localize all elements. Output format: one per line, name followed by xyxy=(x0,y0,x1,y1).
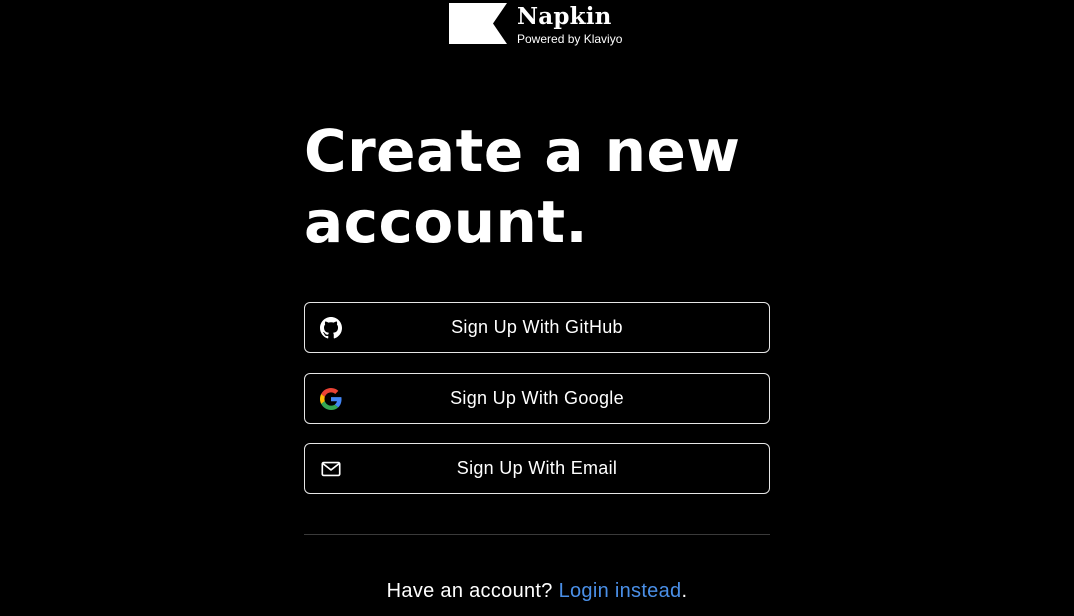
page-title-line-1: Create a new xyxy=(304,117,741,185)
login-prompt: Have an account? Login instead. xyxy=(304,578,770,604)
google-icon xyxy=(320,387,342,410)
brand-text: Napkin Powered by Klaviyo xyxy=(517,3,622,46)
signup-page: Napkin Powered by Klaviyo Create a new a… xyxy=(0,0,1074,616)
signup-github-label: Sign Up With GitHub xyxy=(451,317,623,337)
signup-google-button[interactable]: Sign Up With Google xyxy=(304,373,770,424)
signup-email-label: Sign Up With Email xyxy=(456,458,618,478)
signup-email-button[interactable]: Sign Up With Email xyxy=(304,443,770,494)
login-prompt-text: Have an account? xyxy=(386,580,559,602)
napkin-flag-logo-icon xyxy=(449,3,507,44)
mail-icon xyxy=(320,458,342,480)
brand-subtitle: Powered by Klaviyo xyxy=(517,32,623,46)
signup-google-label: Sign Up With Google xyxy=(450,388,624,408)
signup-github-button[interactable]: Sign Up With GitHub xyxy=(304,302,770,353)
divider xyxy=(304,534,770,535)
github-icon xyxy=(320,316,342,339)
login-prompt-suffix: . xyxy=(681,580,688,602)
brand-header[interactable]: Napkin Powered by Klaviyo xyxy=(449,3,622,46)
page-title-line-2: account. xyxy=(304,188,589,256)
login-instead-link[interactable]: Login instead xyxy=(559,580,682,602)
brand-name: Napkin xyxy=(517,3,612,30)
page-title: Create a new account. xyxy=(304,116,774,258)
